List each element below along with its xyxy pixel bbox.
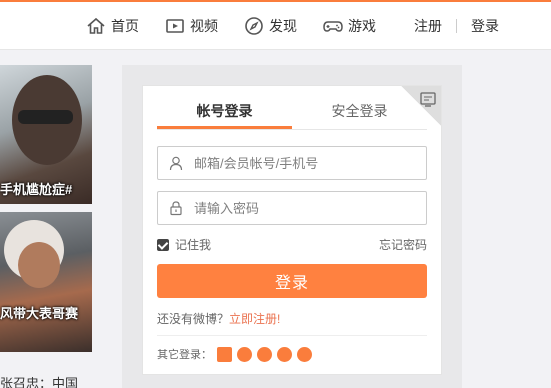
username-field (157, 146, 427, 180)
register-link[interactable]: 注册 (414, 16, 442, 36)
account-links: 注册 登录 (414, 16, 499, 36)
video-feed: 手机尴尬症# 风带大表哥赛 (0, 65, 92, 352)
login-card: 帐号登录 安全登录 记住我 忘记密码 登录 还没有微博？立即注册! 其它登录： (142, 85, 442, 375)
taobao-icon[interactable] (217, 346, 232, 362)
password-field (157, 191, 427, 225)
remember-label: 记住我 (175, 238, 212, 252)
tianyi-icon[interactable] (257, 346, 272, 362)
nav-item-home[interactable]: 首页 (86, 16, 139, 36)
login-link[interactable]: 登录 (471, 16, 499, 36)
video-icon (166, 19, 184, 33)
tab-secure-login[interactable]: 安全登录 (292, 98, 427, 129)
nav-label: 发现 (269, 18, 297, 34)
other-login: 其它登录： (157, 346, 312, 362)
login-tabs: 帐号登录 安全登录 (157, 98, 427, 130)
lock-icon (170, 201, 182, 216)
nav-item-game[interactable]: 游戏 (323, 16, 376, 36)
360-icon[interactable] (297, 346, 312, 362)
nav-item-discover[interactable]: 发现 (244, 16, 297, 36)
no-account-text: 还没有微博？ (157, 312, 230, 326)
feed-caption[interactable]: 张召忠：中国 (0, 373, 78, 388)
register-prompt: 还没有微博？立即注册! (157, 310, 280, 327)
tab-account-login[interactable]: 帐号登录 (157, 98, 292, 129)
video-thumbnail[interactable]: 手机尴尬症# (0, 65, 92, 204)
divider (456, 19, 457, 33)
video-title-overlay: 手机尴尬症# (0, 182, 73, 197)
username-input[interactable] (194, 155, 414, 171)
remember-me[interactable]: 记住我 (157, 236, 211, 253)
remember-checkbox[interactable] (157, 238, 169, 251)
home-icon (87, 17, 105, 34)
nav-label: 首页 (111, 18, 139, 34)
video-thumbnail[interactable]: 风带大表哥赛 (0, 212, 92, 352)
register-now-link[interactable]: 立即注册! (229, 312, 280, 326)
options-row: 记住我 忘记密码 (157, 236, 427, 253)
unicom-icon[interactable] (277, 346, 292, 362)
other-login-label: 其它登录： (157, 349, 212, 361)
nav-label: 游戏 (348, 18, 376, 34)
forgot-password-link[interactable]: 忘记密码 (379, 236, 427, 253)
person-image (18, 242, 60, 288)
nav-label: 视频 (190, 18, 218, 34)
top-navigation-bar: 首页 视频 发现 游戏 注册 登录 (0, 0, 551, 50)
login-button[interactable]: 登录 (157, 264, 427, 298)
nav-item-video[interactable]: 视频 (165, 16, 218, 36)
compass-icon (245, 17, 263, 35)
gamepad-icon (323, 21, 343, 32)
main-nav: 首页 视频 发现 游戏 (86, 14, 402, 38)
divider (157, 335, 427, 336)
sunglasses-image (18, 110, 73, 124)
user-icon (169, 156, 183, 171)
password-input[interactable] (194, 200, 414, 216)
qq-icon[interactable] (237, 346, 252, 362)
video-title-overlay: 风带大表哥赛 (0, 306, 79, 321)
